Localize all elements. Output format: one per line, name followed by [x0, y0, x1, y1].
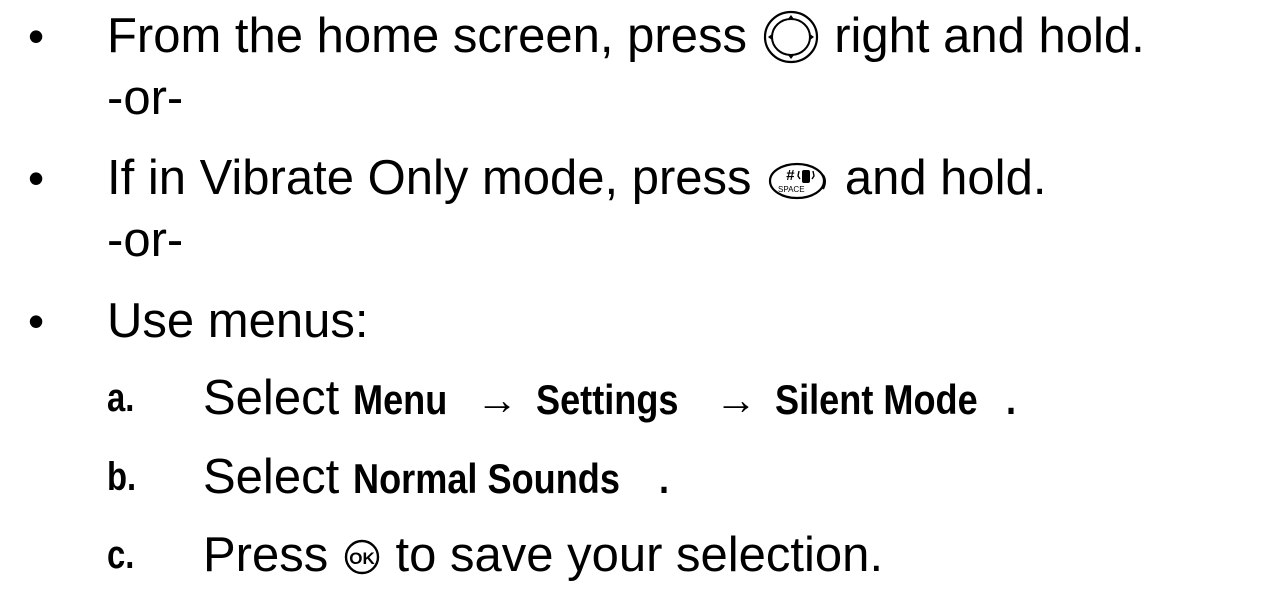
- menu-term: Menu: [352, 376, 448, 423]
- instruction-text: If in Vibrate Only mode, press # SPACE a…: [107, 148, 1046, 208]
- step-prefix: Press: [203, 528, 329, 582]
- pound-space-vibrate-key-icon: # SPACE: [765, 157, 831, 201]
- instruction-after-key: right and hold.: [834, 9, 1145, 63]
- navigation-key-icon: [761, 9, 821, 65]
- space-key-label: SPACE: [778, 185, 805, 194]
- step-suffix: .: [659, 455, 670, 502]
- step-text: Press OK to save your selection.: [203, 525, 883, 585]
- settings-term: Settings: [535, 376, 679, 423]
- bullet: •: [28, 295, 45, 347]
- or-separator: -or-: [107, 213, 184, 267]
- step-text: Select Normal Sounds.: [203, 447, 670, 509]
- arrow-icon: →: [476, 376, 519, 423]
- instruction-text: Use menus:: [107, 294, 369, 348]
- pound-key-label: #: [786, 167, 795, 184]
- step-marker: b.: [107, 455, 137, 499]
- instruction-text: From the home screen, press right and ho…: [107, 6, 1145, 67]
- bullet: •: [28, 152, 45, 204]
- ok-key-label: OK: [349, 549, 375, 568]
- normal-sounds-term: Normal Sounds: [352, 455, 620, 502]
- step-marker: c.: [107, 533, 135, 577]
- instruction-before-key: From the home screen, press: [107, 9, 747, 63]
- silent-mode-term: Silent Mode: [774, 376, 978, 423]
- instruction-before-key: If in Vibrate Only mode, press: [107, 151, 752, 205]
- step-marker: a.: [107, 376, 135, 420]
- step-text: Select Menu → Settings → Silent Mode.: [203, 368, 1017, 430]
- bullet: •: [28, 10, 45, 62]
- step-suffix: to save your selection.: [395, 528, 884, 582]
- instruction-after-key: and hold.: [844, 151, 1047, 205]
- step-prefix: Select: [203, 371, 340, 425]
- step-suffix: .: [1006, 376, 1017, 423]
- step-prefix: Select: [203, 450, 340, 504]
- arrow-icon: →: [715, 376, 758, 423]
- or-separator: -or-: [107, 71, 184, 125]
- ok-key-icon: OK: [342, 536, 382, 576]
